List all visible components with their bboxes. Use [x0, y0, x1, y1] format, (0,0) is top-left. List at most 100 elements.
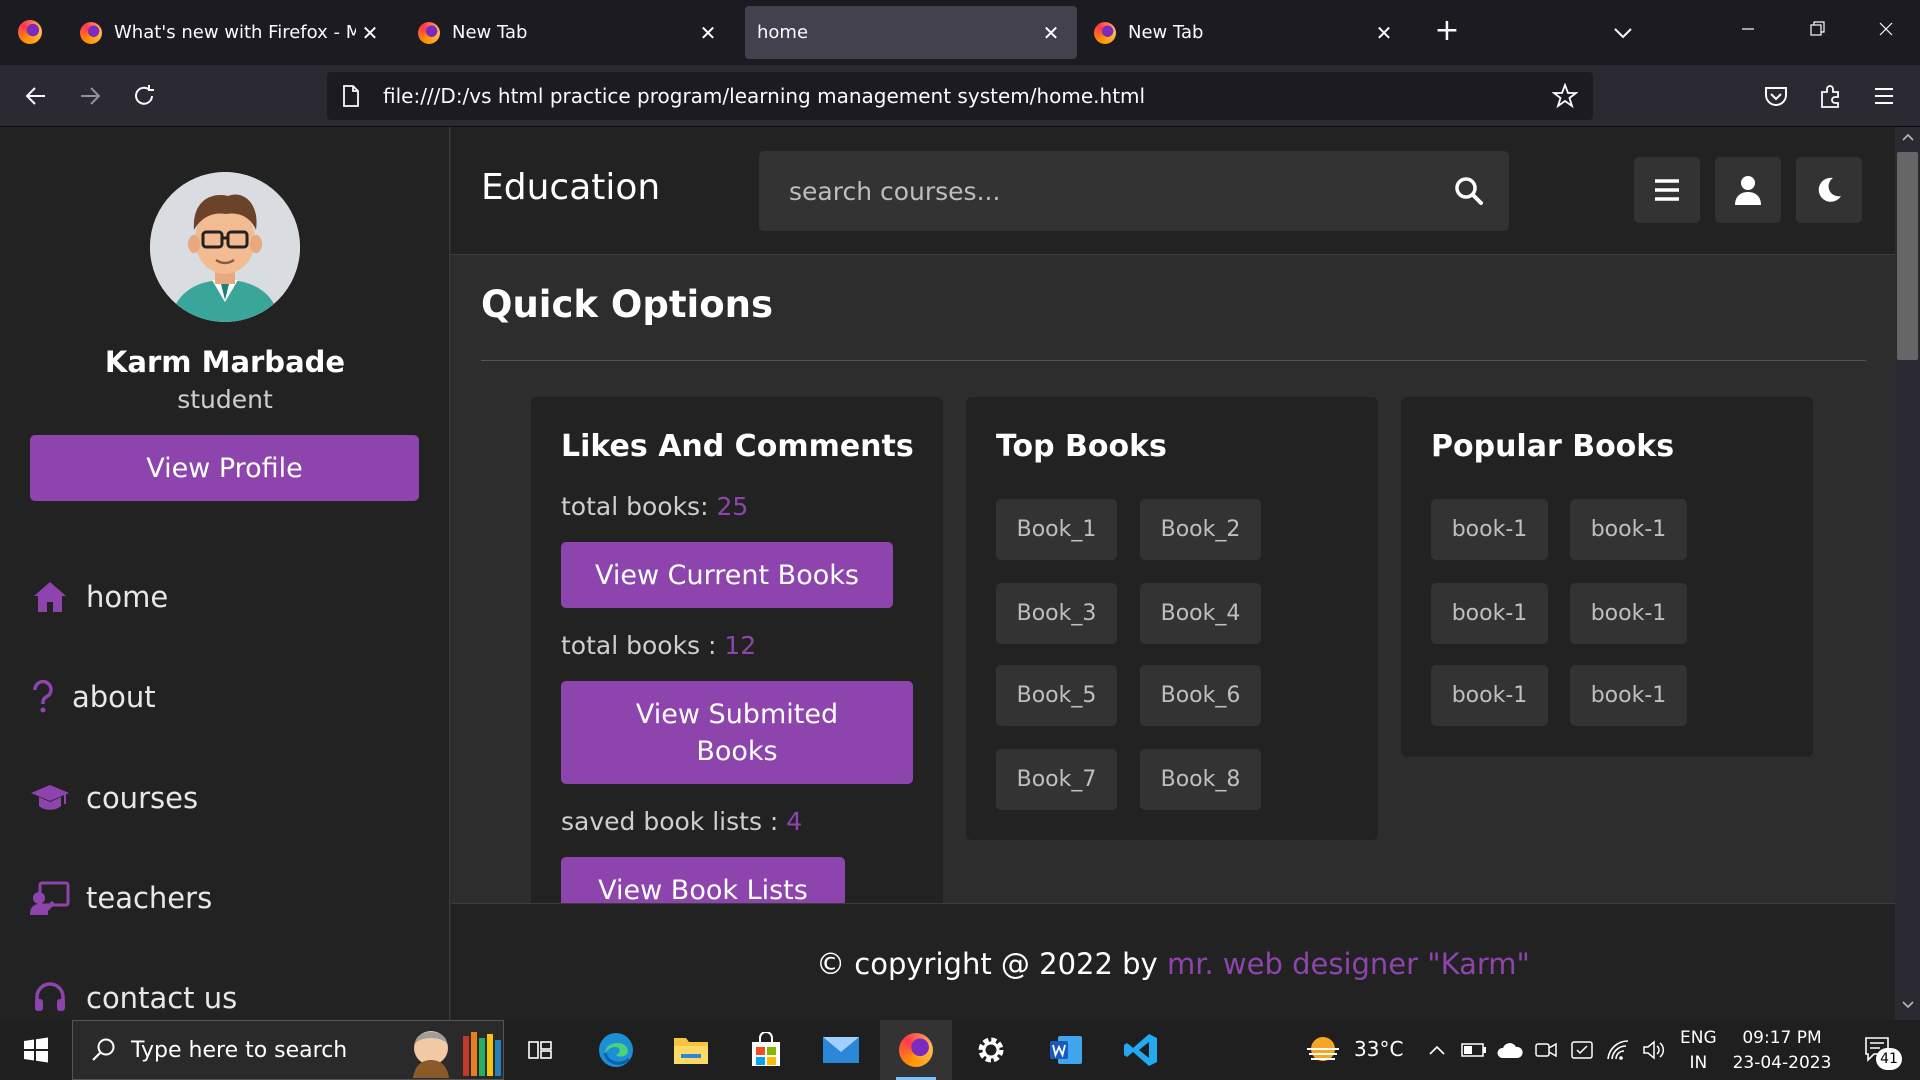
meet-now-tray[interactable] [1530, 1020, 1562, 1080]
clock-time: 09:17 PM [1742, 1028, 1822, 1048]
wifi-icon [1607, 1040, 1629, 1060]
weather-temperature[interactable]: 33°C [1354, 1037, 1403, 1061]
scroll-up-arrow[interactable] [1900, 131, 1915, 146]
start-button[interactable] [0, 1020, 72, 1080]
search-button[interactable] [1429, 151, 1509, 231]
tab-whats-new[interactable]: What's new with Firefox - More ✕ [68, 6, 396, 59]
security-tray[interactable] [1566, 1020, 1598, 1080]
restore-button[interactable] [1797, 14, 1837, 50]
sidebar-item-label: home [86, 580, 169, 614]
edge-icon [599, 1033, 633, 1067]
stat-label: total books : [561, 631, 725, 660]
page-scrollbar[interactable] [1895, 127, 1920, 1020]
search-input[interactable] [759, 151, 1429, 231]
taskbar-search-box[interactable]: Type here to search [72, 1020, 504, 1080]
box-title: Top Books [996, 429, 1167, 464]
view-profile-button[interactable]: View Profile [30, 435, 419, 501]
scroll-thumb[interactable] [1897, 152, 1918, 360]
taskbar-firefox[interactable] [880, 1020, 952, 1080]
popular-books-box: Popular Books book-1 book-1 book-1 book-… [1401, 397, 1813, 757]
stat-value: 25 [716, 492, 749, 521]
network-tray[interactable] [1602, 1020, 1634, 1080]
tab-close-icon[interactable]: ✕ [1370, 21, 1398, 45]
book-tag[interactable]: Book_1 [996, 499, 1117, 560]
forward-button[interactable] [70, 77, 110, 115]
list-all-tabs-button[interactable] [1608, 18, 1638, 48]
new-tab-button[interactable]: + [1430, 14, 1464, 50]
extensions-button[interactable] [1811, 77, 1851, 115]
sidebar-item-courses[interactable]: courses [30, 773, 198, 823]
book-tag[interactable]: book-1 [1431, 499, 1548, 560]
show-hidden-icons-button[interactable] [1422, 1020, 1452, 1080]
taskbar-word[interactable] [1030, 1020, 1102, 1080]
book-tag[interactable]: book-1 [1431, 583, 1548, 644]
profile-role: student [177, 385, 273, 414]
notification-center-button[interactable]: 41 [1852, 1020, 1906, 1080]
task-view-button[interactable] [504, 1020, 576, 1080]
tab-close-icon[interactable]: ✕ [694, 21, 722, 45]
bookmark-star-button[interactable] [1545, 76, 1585, 116]
arrow-right-icon [81, 87, 101, 105]
scroll-down-arrow[interactable] [1900, 999, 1915, 1014]
window-close-button[interactable] [1866, 14, 1906, 50]
book-tag[interactable]: Book_8 [1140, 749, 1261, 810]
chevron-down-icon [1614, 28, 1632, 39]
book-tag[interactable]: book-1 [1570, 583, 1687, 644]
book-tag[interactable]: book-1 [1570, 499, 1687, 560]
sidebar-item-about[interactable]: about [30, 672, 156, 722]
address-bar[interactable]: file:///D:/vs html practice program/lear… [327, 72, 1593, 120]
firefox-view-button[interactable] [14, 16, 46, 48]
sidebar-item-contact[interactable]: contact us [30, 973, 237, 1020]
taskbar-vscode[interactable] [1105, 1020, 1177, 1080]
shield-check-icon [1571, 1041, 1593, 1059]
taskbar-mail[interactable] [805, 1020, 877, 1080]
book-tag[interactable]: Book_2 [1140, 499, 1261, 560]
book-tag[interactable]: Book_7 [996, 749, 1117, 810]
app-menu-button[interactable] [1864, 77, 1904, 115]
tab-title: New Tab [1128, 22, 1204, 43]
tab-new-tab-1[interactable]: New Tab ✕ [406, 6, 734, 59]
page-icon [339, 83, 363, 109]
author-link[interactable]: mr. web designer "Karm" [1167, 947, 1530, 981]
book-tag[interactable]: Book_5 [996, 665, 1117, 726]
view-current-books-button[interactable]: View Current Books [561, 542, 893, 608]
sidebar-item-teachers[interactable]: teachers [30, 873, 212, 923]
clock[interactable]: 09:17 PM 23-04-2023 [1732, 1026, 1832, 1076]
dark-mode-toggle-button[interactable] [1796, 157, 1862, 223]
battery-tray[interactable] [1458, 1020, 1490, 1080]
pocket-button[interactable] [1756, 77, 1796, 115]
back-button[interactable] [16, 77, 56, 115]
tab-close-icon[interactable]: ✕ [356, 21, 384, 45]
tab-new-tab-2[interactable]: New Tab ✕ [1082, 6, 1410, 59]
tab-home[interactable]: home ✕ [745, 6, 1077, 59]
book-tag[interactable]: book-1 [1431, 665, 1548, 726]
volume-tray[interactable] [1638, 1020, 1670, 1080]
stat-label: total books: [561, 492, 717, 521]
view-submitted-books-button[interactable]: View Submited Books [561, 681, 913, 784]
firefox-tab-icon [1094, 21, 1116, 44]
reload-button[interactable] [124, 77, 164, 115]
taskbar-store[interactable] [730, 1020, 802, 1080]
onedrive-tray[interactable] [1494, 1020, 1526, 1080]
book-tag[interactable]: Book_6 [1140, 665, 1261, 726]
book-tag[interactable]: Book_3 [996, 583, 1117, 644]
close-icon [1879, 22, 1893, 36]
user-button[interactable] [1715, 157, 1781, 223]
minimize-button[interactable] [1728, 14, 1768, 50]
sidebar-item-home[interactable]: home [30, 572, 168, 622]
site-logo[interactable]: Education [481, 167, 660, 208]
language-indicator[interactable]: ENG IN [1680, 1026, 1717, 1076]
taskbar-file-explorer[interactable] [655, 1020, 727, 1080]
book-tag[interactable]: Book_4 [1140, 583, 1261, 644]
url-text[interactable]: file:///D:/vs html practice program/lear… [383, 84, 1545, 108]
weather-widget[interactable] [1296, 1020, 1350, 1080]
box-title: Popular Books [1431, 429, 1675, 464]
taskbar-edge[interactable] [580, 1020, 652, 1080]
user-icon [1735, 176, 1761, 205]
tab-close-icon[interactable]: ✕ [1037, 21, 1065, 45]
menu-toggle-button[interactable] [1634, 157, 1700, 223]
copyright-prefix: © copyright @ 2022 by [816, 947, 1167, 981]
taskbar-settings[interactable] [955, 1020, 1027, 1080]
graduation-cap-icon [30, 778, 70, 818]
book-tag[interactable]: book-1 [1570, 665, 1687, 726]
